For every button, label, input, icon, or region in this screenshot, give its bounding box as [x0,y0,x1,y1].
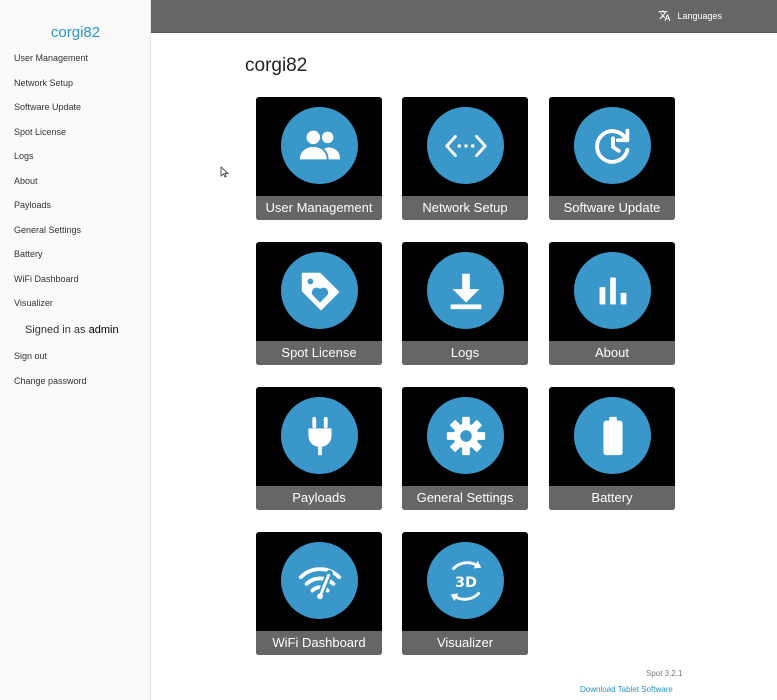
sidebar-item-general-settings[interactable]: General Settings [0,222,151,247]
battery-icon [602,416,623,455]
signed-in-prefix: Signed in as [25,324,86,336]
svg-text:3D: 3D [455,574,477,590]
sidebar-item-user-management[interactable]: User Management [0,50,151,75]
tile-icon-circle [574,397,651,474]
sidebar-item-payloads[interactable]: Payloads [0,197,151,222]
update-clock-icon [594,128,629,164]
tile-logs[interactable]: Logs [402,242,528,365]
tile-software-update[interactable]: Software Update [549,97,675,220]
page-title: corgi82 [245,55,308,76]
tile-label: General Settings [402,486,528,510]
tile-icon-circle [281,252,358,329]
tile-icon-circle [427,397,504,474]
sign-out-link[interactable]: Sign out [0,348,151,373]
tile-icon-circle [281,542,358,619]
tile-label: Network Setup [402,196,528,220]
mouse-cursor-icon [220,166,229,178]
download-tablet-software-link[interactable]: Download Tablet Software [580,685,673,694]
tile-icon-circle: 3D [427,542,504,619]
plug-icon [308,416,331,455]
tile-spot-license[interactable]: Spot License [256,242,382,365]
sidebar: corgi82 User Management Network Setup So… [0,0,151,700]
account-links: Sign out Change password [0,348,151,397]
tile-label: Payloads [256,486,382,510]
signed-in-user: admin [88,324,119,336]
tile-about[interactable]: About [549,242,675,365]
tile-general-settings[interactable]: General Settings [402,387,528,510]
tile-network-setup[interactable]: Network Setup [402,97,528,220]
users-icon [299,130,340,159]
sidebar-item-about[interactable]: About [0,173,151,198]
sidebar-item-spot-license[interactable]: Spot License [0,124,151,149]
tile-label: Visualizer [402,631,528,655]
tag-heart-icon [301,272,339,310]
tile-label: Spot License [256,341,382,365]
tile-wifi-dashboard[interactable]: WiFi Dashboard [256,532,382,655]
tile-label: WiFi Dashboard [256,631,382,655]
sidebar-item-visualizer[interactable]: Visualizer [0,295,151,320]
sidebar-item-logs[interactable]: Logs [0,148,151,173]
tile-visualizer[interactable]: 3D Visualizer [402,532,528,655]
change-password-link[interactable]: Change password [0,373,151,398]
top-bar: Languages [151,0,777,33]
tile-icon-circle [574,107,651,184]
sidebar-nav: User Management Network Setup Software U… [0,50,151,320]
sidebar-item-software-update[interactable]: Software Update [0,99,151,124]
tile-battery[interactable]: Battery [549,387,675,510]
tile-label: Battery [549,486,675,510]
sidebar-item-wifi-dashboard[interactable]: WiFi Dashboard [0,271,151,296]
gear-icon [446,416,485,455]
tile-label: User Management [256,196,382,220]
wifi-gauge-icon [298,566,341,600]
tile-icon-circle [427,107,504,184]
sidebar-item-battery[interactable]: Battery [0,246,151,271]
tile-icon-circle [281,107,358,184]
tile-label: About [549,341,675,365]
sidebar-item-network-setup[interactable]: Network Setup [0,75,151,100]
tile-icon-circle [281,397,358,474]
network-code-icon [444,134,487,157]
signed-in-status: Signed in as admin [25,324,119,336]
download-icon [450,273,481,309]
languages-label: Languages [677,10,722,21]
tile-label: Logs [402,341,528,365]
translate-icon [658,10,671,21]
tile-icon-circle [427,252,504,329]
bar-chart-icon [599,277,626,304]
3d-rotate-icon: 3D [450,560,481,601]
tile-user-management[interactable]: User Management [256,97,382,220]
tile-label: Software Update [549,196,675,220]
tile-icon-circle [574,252,651,329]
languages-button[interactable]: Languages [658,9,722,22]
brand-title[interactable]: corgi82 [0,24,151,41]
tile-payloads[interactable]: Payloads [256,387,382,510]
version-text: Spot 3.2.1 [646,669,683,678]
